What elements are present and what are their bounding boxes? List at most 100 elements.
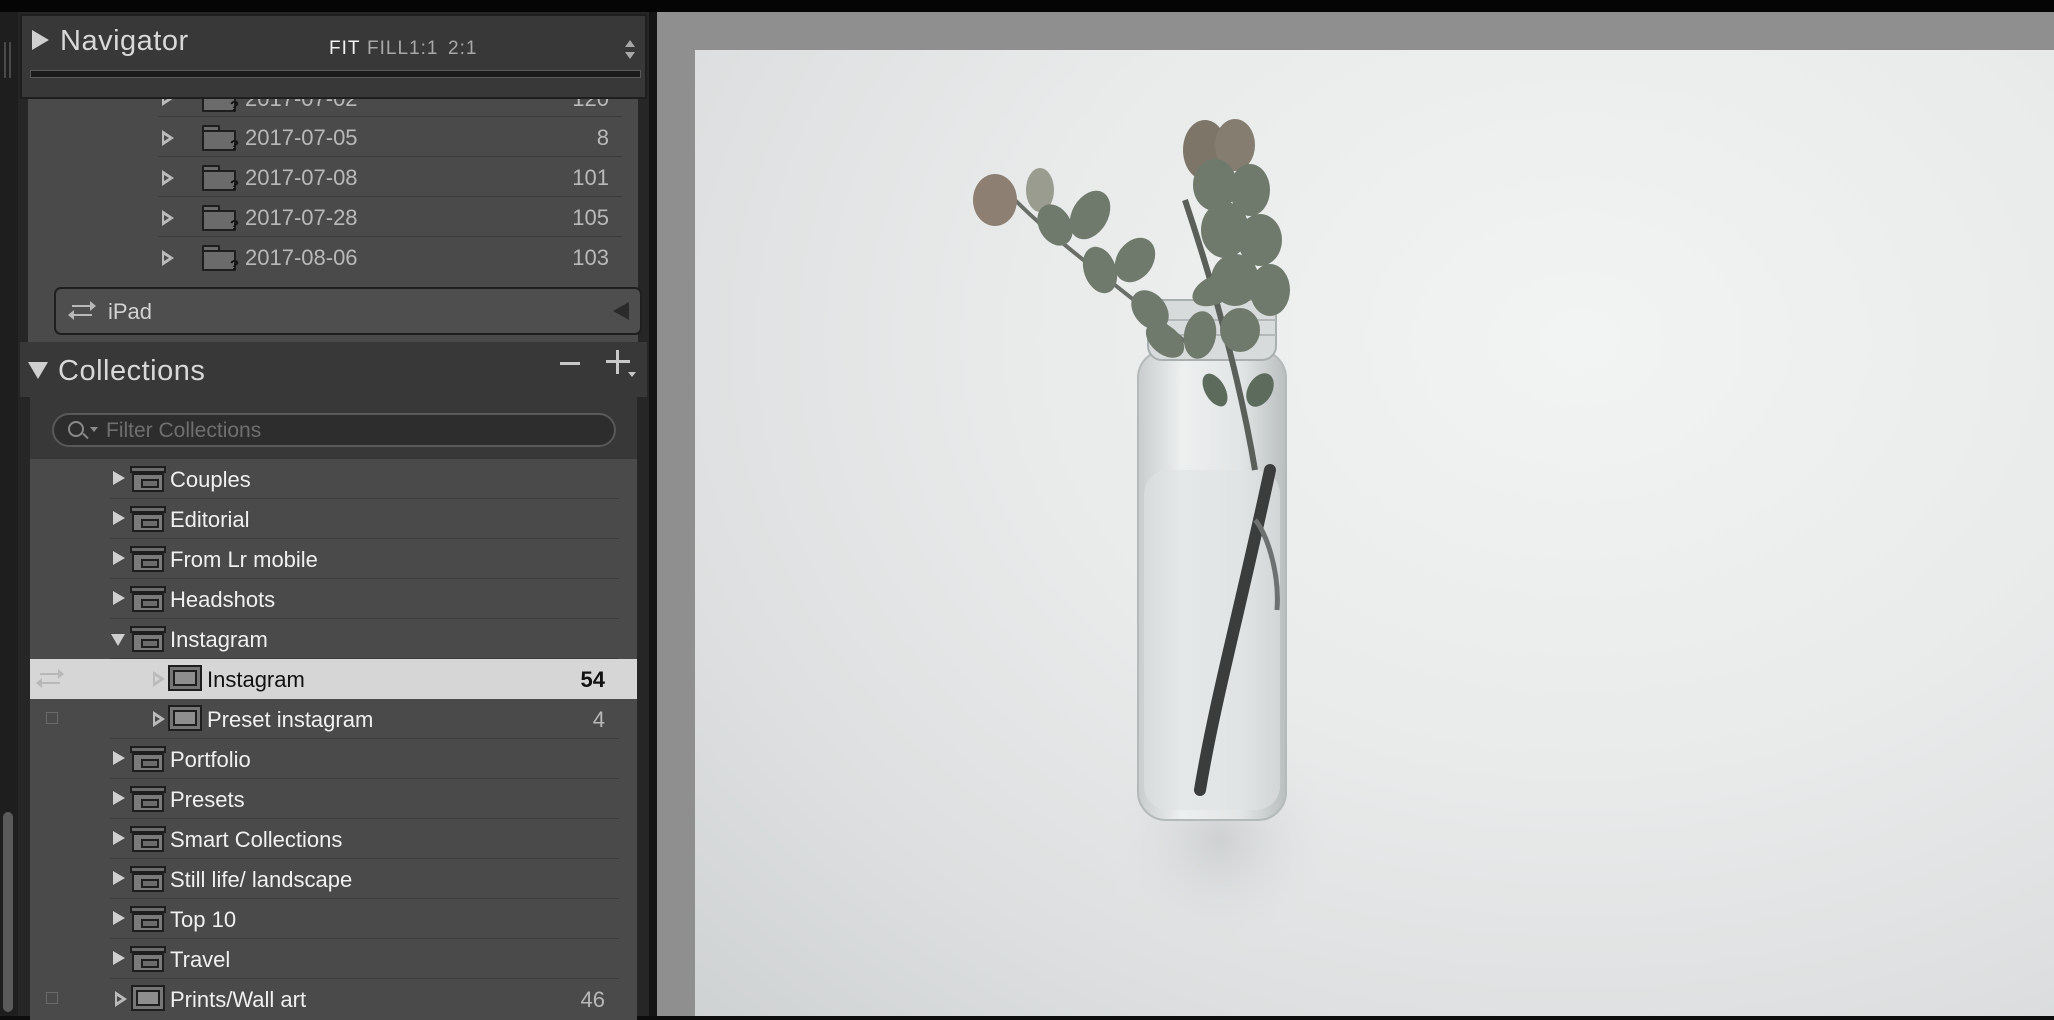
folder-row[interactable]: ? 2017-07-28 105 <box>28 198 638 237</box>
collection-set-icon <box>130 746 166 772</box>
collection-set-row[interactable]: Instagram <box>30 619 637 659</box>
folder-name: 2017-07-28 <box>245 205 358 230</box>
disclosure-triangle-icon[interactable] <box>162 130 176 146</box>
zoom-fill[interactable]: FILL <box>367 38 409 60</box>
expand-triangle-icon[interactable] <box>113 831 125 845</box>
left-panel-edge[interactable] <box>0 12 18 1016</box>
collection-icon <box>168 705 202 733</box>
expand-triangle-icon[interactable] <box>113 511 125 525</box>
left-panel: Navigator FIT FILL 1:1 2:1 ? 2017-07-02 … <box>18 12 649 1020</box>
expand-triangle-icon[interactable] <box>113 551 125 565</box>
expand-triangle-icon[interactable] <box>113 871 125 885</box>
collection-set-icon <box>130 786 166 812</box>
zoom-fit[interactable]: FIT <box>329 38 361 60</box>
search-icon[interactable] <box>68 421 84 437</box>
sync-arrows-icon[interactable] <box>36 669 64 688</box>
collection-set-row[interactable]: Presets <box>30 779 637 819</box>
sync-checkbox[interactable] <box>46 992 58 1004</box>
folder-row[interactable]: ? 2017-08-06 103 <box>28 238 638 277</box>
sync-checkbox[interactable] <box>46 712 58 724</box>
zoom-2-1[interactable]: 2:1 <box>448 38 477 60</box>
collection-set-icon <box>130 466 166 492</box>
expand-triangle-icon[interactable] <box>113 951 125 965</box>
collapse-triangle-icon[interactable] <box>613 302 629 320</box>
disclosure-triangle-icon[interactable] <box>115 991 129 1007</box>
collection-icon <box>168 665 202 693</box>
folder-count: 101 <box>572 165 609 190</box>
folder-row[interactable]: ? 2017-07-08 101 <box>28 158 638 197</box>
folder-row[interactable]: ? 2017-07-05 8 <box>28 118 638 157</box>
collections-title: Collections <box>58 355 206 387</box>
photo-jar-with-eucalyptus <box>973 119 1340 960</box>
disclosure-triangle-icon[interactable] <box>153 671 167 687</box>
folder-row[interactable]: ? 2017-07-02 120 <box>28 99 638 117</box>
disclosure-triangle-icon[interactable] <box>162 99 176 106</box>
expand-triangle-icon[interactable] <box>113 911 125 925</box>
collection-set-row[interactable]: Portfolio <box>30 739 637 779</box>
expand-triangle-icon[interactable] <box>113 471 125 485</box>
collapse-triangle-icon[interactable] <box>111 634 125 646</box>
collection-label: Prints/Wall art <box>170 987 307 1012</box>
device-label: iPad <box>108 299 153 324</box>
panel-scrollbar[interactable] <box>3 812 13 1012</box>
collection-set-icon <box>130 826 166 852</box>
zoom-1-1[interactable]: 1:1 <box>409 38 438 60</box>
collection-set-row[interactable]: Headshots <box>30 579 637 619</box>
collections-filter-area <box>30 397 637 459</box>
navigator-header[interactable]: Navigator FIT FILL 1:1 2:1 <box>20 14 647 99</box>
grip-line <box>9 42 11 78</box>
loupe-view[interactable] <box>657 12 2054 1016</box>
collection-set-row[interactable]: Editorial <box>30 499 637 539</box>
disclosure-triangle-icon[interactable] <box>162 210 176 226</box>
collection-set-row[interactable]: From Lr mobile <box>30 539 637 579</box>
collection-label: Couples <box>170 467 251 492</box>
zoom-menu-arrows-icon[interactable] <box>625 40 635 62</box>
navigator-preview-bar[interactable] <box>30 70 641 78</box>
collection-set-icon <box>130 906 166 932</box>
collection-set-icon <box>130 586 166 612</box>
missing-folder-icon: ? <box>202 125 239 154</box>
collections-header[interactable]: Collections <box>20 342 647 397</box>
search-options-caret-icon[interactable] <box>90 427 98 432</box>
collection-set-icon <box>130 866 166 892</box>
add-menu-caret-icon[interactable] <box>628 372 636 377</box>
collection-count: 46 <box>580 987 605 1012</box>
collapse-triangle-icon[interactable] <box>28 362 48 379</box>
collection-set-row[interactable]: Travel <box>30 939 637 979</box>
folder-count: 120 <box>572 99 609 112</box>
filter-collections-input[interactable] <box>104 417 598 445</box>
expand-triangle-icon[interactable] <box>113 791 125 805</box>
collection-set-row[interactable]: Smart Collections <box>30 819 637 859</box>
device-ipad-row[interactable]: iPad <box>54 287 642 335</box>
collection-set-icon <box>130 626 166 652</box>
filter-collections-field[interactable] <box>52 413 616 447</box>
collection-set-row[interactable]: Still life/ landscape <box>30 859 637 899</box>
collection-count: 4 <box>592 707 605 732</box>
disclosure-triangle-icon[interactable] <box>162 170 176 186</box>
collection-set-row[interactable]: Top 10 <box>30 899 637 939</box>
folder-count: 105 <box>572 205 609 230</box>
folder-name: 2017-07-02 <box>245 99 358 112</box>
collection-label: Instagram <box>207 667 305 692</box>
collection-label: Instagram <box>170 627 268 652</box>
collection-label: Headshots <box>170 587 276 612</box>
add-collection-icon[interactable] <box>606 350 630 374</box>
collection-row-selected[interactable]: Instagram 54 <box>30 659 637 699</box>
panel-divider[interactable] <box>649 12 657 1016</box>
remove-collection-icon[interactable] <box>560 362 580 365</box>
folder-name: 2017-07-05 <box>245 125 358 150</box>
expand-triangle-icon[interactable] <box>32 30 49 50</box>
collection-row[interactable]: Prints/Wall art 46 <box>30 979 637 1019</box>
collection-set-icon <box>130 506 166 532</box>
expand-triangle-icon[interactable] <box>113 591 125 605</box>
folder-count: 103 <box>572 245 609 270</box>
disclosure-triangle-icon[interactable] <box>162 250 176 266</box>
collection-set-icon <box>130 946 166 972</box>
collection-label: Editorial <box>170 507 250 532</box>
collection-count: 54 <box>580 667 605 692</box>
disclosure-triangle-icon[interactable] <box>153 711 167 727</box>
photo-preview[interactable] <box>695 50 2054 1016</box>
collection-row[interactable]: Preset instagram 4 <box>30 699 637 739</box>
expand-triangle-icon[interactable] <box>113 751 125 765</box>
collection-set-row[interactable]: Couples <box>30 459 637 499</box>
